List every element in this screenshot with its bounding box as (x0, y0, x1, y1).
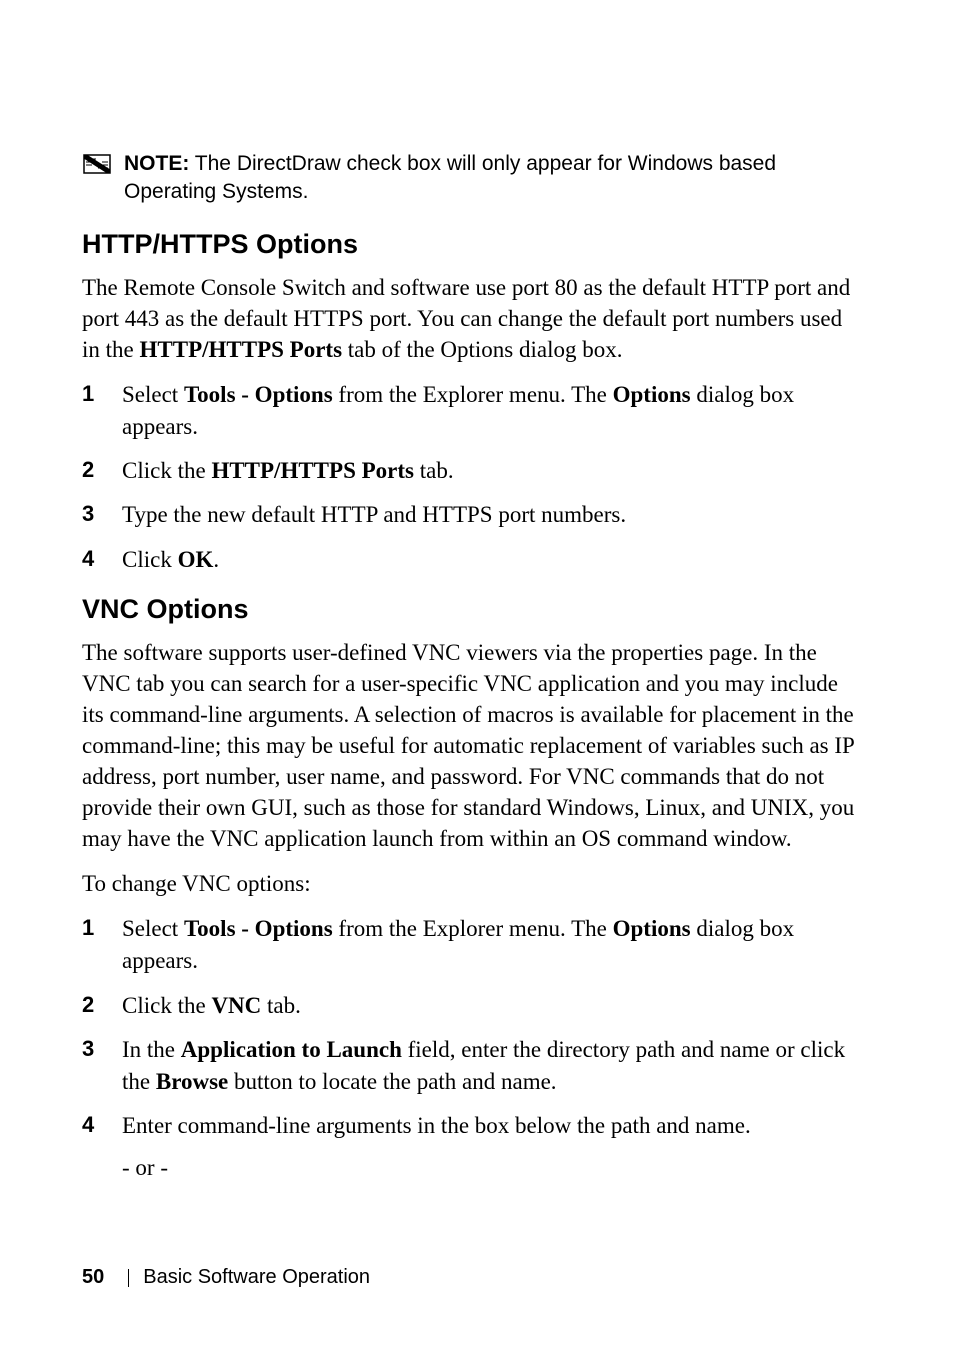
text: Enter command-line arguments in the box … (122, 1113, 751, 1138)
note-content: The DirectDraw check box will only appea… (124, 152, 776, 203)
footer: 50 Basic Software Operation (82, 1266, 370, 1289)
text-bold: Options (613, 382, 691, 407)
step: In the Application to Launch field, ente… (82, 1034, 864, 1098)
text: . (213, 547, 219, 572)
page: NOTE: The DirectDraw check box will only… (0, 0, 954, 1351)
step: Type the new default HTTP and HTTPS port… (82, 499, 864, 531)
text: tab of the Options dialog box. (342, 337, 622, 362)
text: from the Explorer menu. The (333, 916, 613, 941)
heading-vnc-options: VNC Options (82, 594, 864, 625)
footer-separator (128, 1269, 129, 1287)
text: Click the (122, 993, 211, 1018)
note-block: NOTE: The DirectDraw check box will only… (82, 150, 864, 207)
step: Click OK. (82, 544, 864, 576)
text: Click the (122, 458, 211, 483)
section2-steps: Select Tools - Options from the Explorer… (82, 913, 864, 1184)
text: from the Explorer menu. The (333, 382, 613, 407)
text-bold: VNC (211, 993, 261, 1018)
text: Select (122, 382, 184, 407)
or-text: - or - (122, 1152, 864, 1184)
text-bold: Application to Launch (181, 1037, 402, 1062)
text-bold: HTTP/HTTPS Ports (140, 337, 343, 362)
page-number: 50 (82, 1266, 104, 1289)
text-bold: Tools - Options (184, 382, 333, 407)
text-bold: Options (613, 916, 691, 941)
section2-lead: To change VNC options: (82, 868, 864, 899)
text-bold: Browse (156, 1069, 228, 1094)
text: Type the new default HTTP and HTTPS port… (122, 502, 626, 527)
note-text: NOTE: The DirectDraw check box will only… (124, 150, 864, 207)
text: Click (122, 547, 178, 572)
text: tab. (261, 993, 301, 1018)
text-bold: Tools - Options (184, 916, 333, 941)
section1-steps: Select Tools - Options from the Explorer… (82, 379, 864, 576)
note-label: NOTE: (124, 152, 189, 175)
note-icon (82, 152, 112, 176)
text-bold: OK (178, 547, 214, 572)
text-bold: HTTP/HTTPS Ports (211, 458, 414, 483)
section1-intro: The Remote Console Switch and software u… (82, 272, 864, 365)
step: Click the HTTP/HTTPS Ports tab. (82, 455, 864, 487)
section2-intro: The software supports user-defined VNC v… (82, 637, 864, 854)
text: In the (122, 1037, 181, 1062)
step: Enter command-line arguments in the box … (82, 1110, 864, 1184)
footer-title: Basic Software Operation (143, 1266, 370, 1289)
step: Select Tools - Options from the Explorer… (82, 913, 864, 977)
text: tab. (414, 458, 454, 483)
step: Click the VNC tab. (82, 990, 864, 1022)
heading-http-https-options: HTTP/HTTPS Options (82, 229, 864, 260)
text: button to locate the path and name. (228, 1069, 556, 1094)
step: Select Tools - Options from the Explorer… (82, 379, 864, 443)
text: Select (122, 916, 184, 941)
